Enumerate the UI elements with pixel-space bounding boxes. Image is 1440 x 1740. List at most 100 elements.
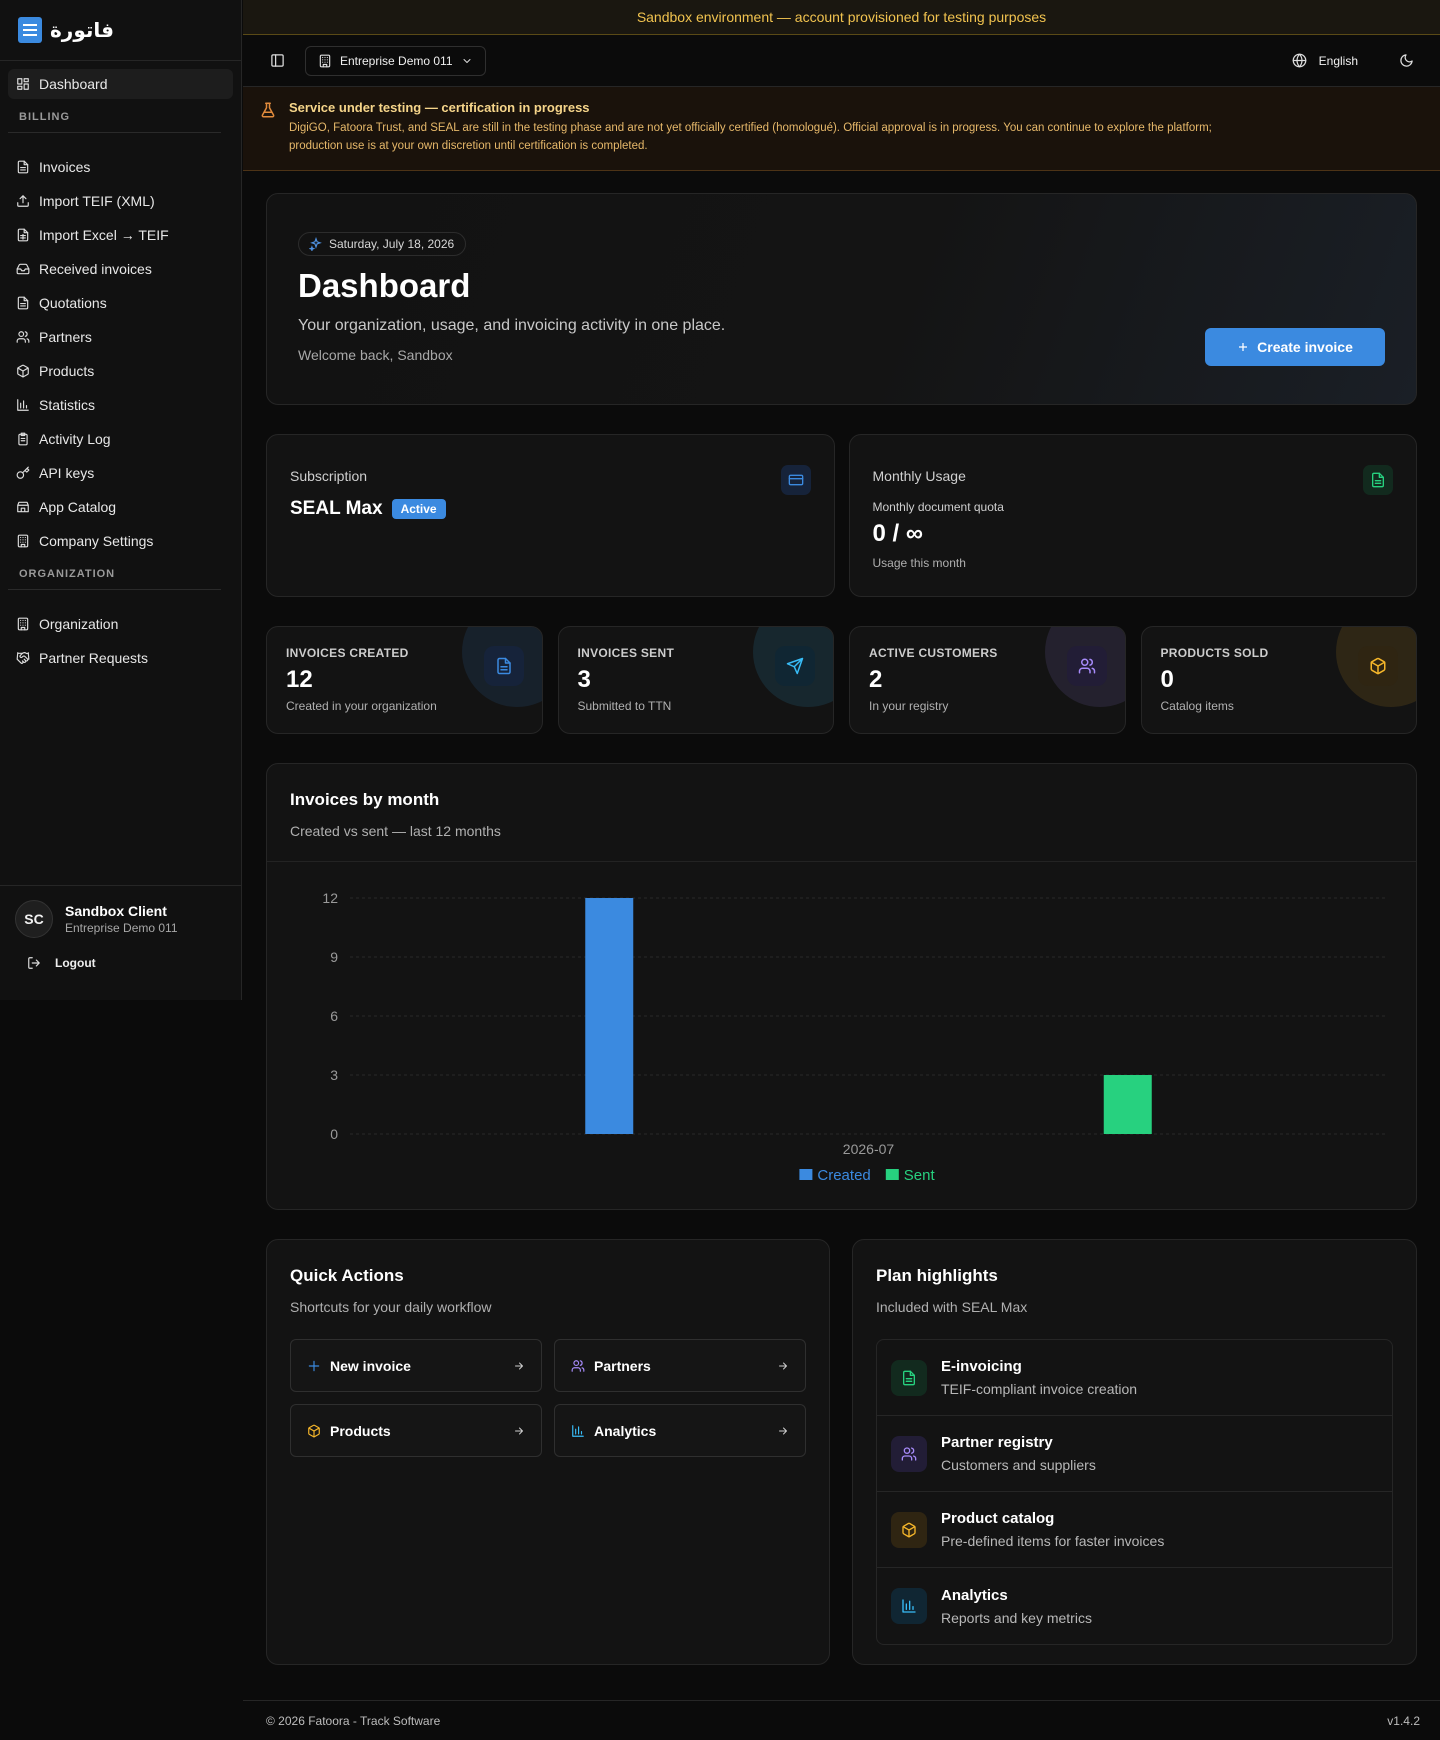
- sidebar-item-label: Partners: [39, 329, 92, 345]
- sandbox-banner: Sandbox environment — account provisione…: [243, 0, 1440, 35]
- highlight-title: Partner registry: [941, 1434, 1053, 1451]
- store-icon: [17, 501, 29, 513]
- sidebar-toggle-button[interactable]: [263, 47, 291, 75]
- bar-created: [585, 898, 634, 1134]
- content: Saturday, July 18, 2026 Dashboard Your o…: [243, 171, 1440, 1665]
- legend-swatch: [885, 1169, 899, 1180]
- quick-action-new-invoice[interactable]: New invoice: [290, 1339, 542, 1392]
- logo-text: فاتورة: [50, 18, 114, 42]
- stat-desc: Catalog items: [1160, 699, 1234, 713]
- stats-row: INVOICES CREATED 12 Created in your orga…: [266, 626, 1417, 734]
- testing-alert: Service under testing — certification in…: [243, 87, 1440, 171]
- moon-icon: [1399, 54, 1413, 67]
- sidebar-item-activity-log[interactable]: Activity Log: [8, 424, 233, 454]
- quota-label: Monthly document quota: [872, 500, 1004, 514]
- plan-highlights-title: Plan highlights: [876, 1266, 998, 1285]
- sidebar-user: SC Sandbox Client Entreprise Demo 011 Lo…: [0, 885, 242, 984]
- highlight-title: Analytics: [941, 1586, 1008, 1604]
- sidebar-item-label: Company Settings: [39, 533, 154, 549]
- list-item: E-invoicing TEIF-compliant invoice creat…: [877, 1340, 1392, 1416]
- current-date: Saturday, July 18, 2026: [329, 237, 455, 251]
- main: Sandbox environment — account provisione…: [243, 0, 1440, 1740]
- plan-highlights-card: Plan highlights Included with SEAL Max E…: [852, 1239, 1417, 1665]
- file-spreadsheet-icon: [17, 228, 29, 242]
- sidebar-item-partner-requests[interactable]: Partner Requests: [8, 643, 233, 673]
- stat-invoices-sent: INVOICES SENT 3 Submitted to TTN: [557, 626, 834, 734]
- sidebar-item-company-settings[interactable]: Company Settings: [8, 526, 233, 556]
- quick-action-analytics[interactable]: Analytics: [554, 1404, 806, 1457]
- quick-action-products[interactable]: Products: [290, 1404, 542, 1457]
- inbox-icon: [16, 263, 30, 275]
- users-icon: [571, 1359, 585, 1372]
- sidebar-item-label: API keys: [39, 465, 95, 481]
- alert-text: DigiGO, Fatoora Trust, and SEAL are stil…: [289, 122, 1212, 152]
- quick-action-partners[interactable]: Partners: [554, 1339, 806, 1392]
- list-item: Analytics Reports and key metrics: [877, 1568, 1392, 1644]
- sidebar-item-dashboard[interactable]: Dashboard: [8, 69, 233, 99]
- logout-label: Logout: [55, 956, 96, 970]
- sidebar-item-invoices[interactable]: Invoices: [8, 152, 233, 182]
- sidebar-item-statistics[interactable]: Statistics: [8, 390, 233, 420]
- sidebar-item-partners[interactable]: Partners: [8, 322, 233, 352]
- sidebar-item-label: Statistics: [39, 397, 96, 413]
- stat-desc: In your registry: [869, 699, 949, 713]
- invoices-chart-card: Invoices by month Created vs sent — last…: [266, 763, 1417, 1210]
- list-item: Product catalog Pre-defined items for fa…: [877, 1492, 1392, 1568]
- usage-desc: Usage this month: [872, 556, 966, 570]
- subscription-card: Subscription SEAL Max Active: [266, 434, 835, 597]
- plan-name: SEAL Max: [290, 498, 383, 519]
- highlight-title: Product catalog: [941, 1510, 1055, 1527]
- credit-card-icon: [780, 465, 811, 495]
- file-text-icon: [483, 646, 524, 686]
- sidebar-item-products[interactable]: Products: [8, 356, 233, 386]
- arrow-right-icon: [779, 1362, 787, 1369]
- sidebar-item-label: Received invoices: [39, 261, 152, 277]
- sidebar-item-received-invoices[interactable]: Received invoices: [8, 254, 233, 284]
- logout-button[interactable]: Logout: [15, 956, 227, 970]
- sidebar-item-organization[interactable]: Organization: [8, 609, 233, 639]
- sidebar-item-label: Import Excel → TEIF: [39, 227, 169, 243]
- sidebar-item-label: Products: [39, 363, 95, 379]
- highlight-desc: Reports and key metrics: [941, 1609, 1092, 1626]
- language-switcher[interactable]: English: [1292, 53, 1358, 68]
- building-icon: [17, 617, 29, 631]
- sidebar-item-import-teif[interactable]: Import TEIF (XML): [8, 186, 233, 216]
- sidebar-item-label: App Catalog: [39, 499, 117, 515]
- plus-icon: [308, 1360, 320, 1371]
- sidebar-item-import-excel[interactable]: Import Excel → TEIF: [8, 220, 233, 250]
- sidebar-item-api-keys[interactable]: API keys: [8, 458, 233, 488]
- sidebar-item-app-catalog[interactable]: App Catalog: [8, 492, 233, 522]
- sidebar-item-quotations[interactable]: Quotations: [8, 288, 233, 318]
- file-text-icon: [1363, 465, 1393, 495]
- file-text-icon: [17, 160, 29, 174]
- quick-action-label: Partners: [594, 1357, 651, 1374]
- logo[interactable]: فاتورة: [0, 0, 241, 61]
- package-icon: [891, 1511, 927, 1548]
- chevron-down-icon: [463, 58, 470, 63]
- legend-label: Created: [817, 1167, 870, 1184]
- page-title: Dashboard: [298, 267, 471, 304]
- handshake-icon: [16, 652, 30, 664]
- sidebar-section-billing: BILLING: [8, 103, 221, 133]
- invoice-logo-icon: [18, 17, 42, 43]
- sidebar-item-label: Partner Requests: [39, 650, 148, 666]
- user-card[interactable]: SC Sandbox Client Entreprise Demo 011: [15, 900, 227, 938]
- create-invoice-label: Create invoice: [1257, 339, 1353, 355]
- clipboard-icon: [18, 432, 28, 446]
- topbar-right: English: [1292, 47, 1420, 75]
- bar-chart-icon: [17, 399, 29, 411]
- sidebar: فاتورة Dashboard BILLING Invoices Import…: [0, 0, 242, 1000]
- list-item: Partner registry Customers and suppliers: [877, 1416, 1392, 1492]
- user-org: Entreprise Demo 011: [65, 921, 178, 935]
- highlight-desc: Pre-defined items for faster invoices: [941, 1533, 1165, 1549]
- sidebar-item-label: Activity Log: [39, 431, 111, 447]
- theme-toggle-button[interactable]: [1392, 47, 1420, 75]
- quick-action-label: New invoice: [330, 1357, 411, 1374]
- arrow-right-icon: [515, 1362, 523, 1369]
- alert-title: Service under testing — certification in…: [289, 100, 590, 115]
- org-switcher[interactable]: Entreprise Demo 011: [305, 45, 486, 76]
- footer-version: v1.4.2: [1387, 1713, 1420, 1728]
- plan-usage-row: Subscription SEAL Max Active Monthly Usa…: [266, 434, 1417, 597]
- sidebar-item-label: Quotations: [39, 295, 107, 311]
- create-invoice-button[interactable]: Create invoice: [1205, 328, 1385, 366]
